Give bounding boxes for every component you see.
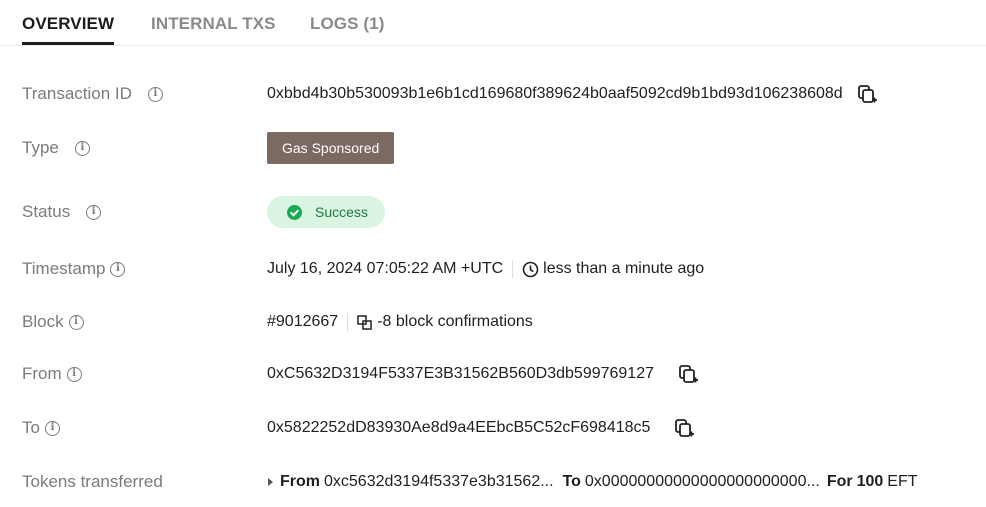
transaction-id-value-group: 0xbbd4b30b530093b1e6b1cd169680f389624b0a… <box>267 79 879 109</box>
timestamp-value-group: July 16, 2024 07:05:22 AM +UTC less than… <box>267 254 704 284</box>
row-timestamp: Timestamp i July 16, 2024 07:05:22 AM +U… <box>0 254 986 284</box>
copy-icon[interactable] <box>674 417 696 439</box>
type-badge: Gas Sponsored <box>267 132 395 164</box>
status-text: Success <box>315 204 368 220</box>
block-label: Block <box>22 312 64 331</box>
tab-logs[interactable]: LOGS (1) <box>310 14 384 34</box>
block-number-link[interactable]: #9012667 <box>267 313 338 331</box>
info-icon[interactable]: i <box>86 204 102 220</box>
transfer-amount: 100 <box>856 473 884 490</box>
row-status: Status i Success <box>0 196 986 228</box>
from-address-link[interactable]: 0xC5632D3194F5337E3B31562B560D3db5997691… <box>267 365 654 383</box>
block-confirmations: -8 block confirmations <box>377 313 533 330</box>
row-tokens-transferred: Tokens transferred From 0xc5632d3194f533… <box>0 467 986 497</box>
divider <box>512 260 514 278</box>
expand-caret-icon[interactable] <box>267 477 274 487</box>
row-to: To i 0x5822252dD83930Ae8d9a4EEbcB5C52cF6… <box>0 413 986 443</box>
divider <box>347 313 349 331</box>
status-label: Status <box>22 202 71 221</box>
transfer-from-label: From <box>280 473 320 490</box>
row-block: Block i #9012667 -8 block confirmations <box>0 307 986 337</box>
transfer-for-label: For <box>826 473 853 490</box>
block-label-group: Block i <box>22 307 84 337</box>
info-icon[interactable]: i <box>74 140 90 156</box>
transaction-id-label: Transaction ID <box>22 84 132 103</box>
tab-bar: OVERVIEW INTERNAL TXS LOGS (1) <box>0 0 986 46</box>
check-circle-icon <box>287 204 302 220</box>
status-label-group: Status i <box>22 197 102 227</box>
timestamp-label-group: Timestamp i <box>22 254 126 284</box>
from-value-group: 0xC5632D3194F5337E3B31562B560D3db5997691… <box>267 359 700 389</box>
status-badge: Success <box>267 196 385 228</box>
clock-icon <box>522 261 539 278</box>
info-icon[interactable]: i <box>110 261 126 277</box>
block-value-group: #9012667 -8 block confirmations <box>267 307 533 337</box>
row-from: From i 0xC5632D3194F5337E3B31562B560D3db… <box>0 359 986 389</box>
info-icon[interactable]: i <box>147 86 163 102</box>
tokens-transferred-label-group: Tokens transferred <box>22 467 163 497</box>
transfer-to-label: To <box>562 473 581 490</box>
tokens-transferred-label: Tokens transferred <box>22 472 163 491</box>
info-icon[interactable]: i <box>68 314 84 330</box>
from-label-group: From i <box>22 359 82 389</box>
info-icon[interactable]: i <box>66 366 82 382</box>
status-value-group: Success <box>267 196 385 228</box>
info-icon[interactable]: i <box>44 420 60 436</box>
timestamp-label: Timestamp <box>22 259 106 278</box>
from-label: From <box>22 364 62 383</box>
type-value-group: Gas Sponsored <box>267 132 395 164</box>
copy-icon[interactable] <box>857 83 879 105</box>
to-value-group: 0x5822252dD83930Ae8d9a4EEbcB5C52cF698418… <box>267 413 696 443</box>
row-type: Type i Gas Sponsored <box>0 132 986 164</box>
to-label-group: To i <box>22 413 60 443</box>
copy-icon[interactable] <box>678 363 700 385</box>
transaction-id-value: 0xbbd4b30b530093b1e6b1cd169680f389624b0a… <box>267 85 843 102</box>
timestamp-relative: less than a minute ago <box>543 260 705 277</box>
tab-internal-txs[interactable]: INTERNAL TXS <box>151 14 276 34</box>
tokens-transferred-value-group: From 0xc5632d3194f5337e3b31562... To 0x0… <box>267 467 918 497</box>
tab-overview[interactable]: OVERVIEW <box>22 14 115 45</box>
transfer-from-address[interactable]: 0xc5632d3194f5337e3b31562... <box>324 473 554 491</box>
transfer-to-address[interactable]: 0x00000000000000000000000... <box>585 473 820 491</box>
row-transaction-id: Transaction ID i 0xbbd4b30b530093b1e6b1c… <box>0 79 986 109</box>
timestamp-value: July 16, 2024 07:05:22 AM +UTC <box>267 260 504 277</box>
block-confirmations-icon <box>357 314 372 330</box>
transaction-id-label-group: Transaction ID i <box>22 79 163 109</box>
to-label: To <box>22 418 40 437</box>
type-label-group: Type i <box>22 133 90 163</box>
transfer-token[interactable]: EFT <box>887 473 917 491</box>
type-label: Type <box>22 138 59 157</box>
to-address-link[interactable]: 0x5822252dD83930Ae8d9a4EEbcB5C52cF698418… <box>267 419 650 437</box>
